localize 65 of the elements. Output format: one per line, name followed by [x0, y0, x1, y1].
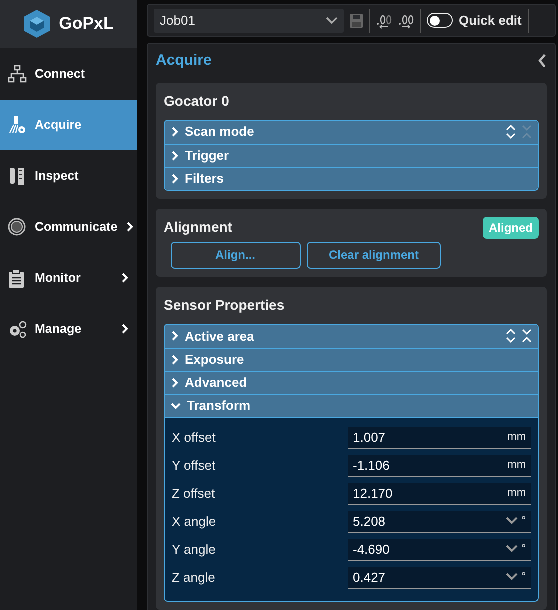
accordion-header[interactable]: Scan mode — [165, 120, 538, 144]
save-icon[interactable] — [350, 14, 363, 28]
number-field[interactable]: -1.106 mm — [348, 454, 531, 477]
clipboard-icon — [8, 268, 27, 288]
chevron-right-icon — [171, 378, 179, 388]
unit-label: ° — [522, 542, 526, 557]
gears-icon — [8, 320, 27, 338]
increase-decimals-icon[interactable] — [398, 12, 414, 28]
panel-title: Acquire — [156, 51, 213, 71]
nav-item[interactable]: Monitor — [0, 253, 137, 303]
field-label: X angle — [172, 513, 218, 531]
logo-text: GoPxL — [59, 13, 114, 36]
chevron-right-icon — [171, 331, 179, 342]
chevron-down-icon — [326, 16, 338, 24]
network-icon — [8, 64, 27, 84]
accordion-header[interactable]: Advanced — [165, 370, 538, 394]
tools-icon — [8, 166, 27, 186]
number-field[interactable]: -4.690 ° — [348, 538, 531, 561]
sensor-icon — [8, 116, 27, 134]
nav-item[interactable]: Connect — [0, 49, 137, 99]
unit-label: ° — [522, 514, 526, 529]
accordion-header[interactable]: Trigger — [165, 144, 538, 166]
decrease-decimals-icon[interactable] — [376, 12, 392, 28]
chevron-right-icon — [171, 354, 179, 365]
job-select[interactable]: Job01 — [154, 8, 344, 32]
accordion-header[interactable]: Active area — [165, 324, 538, 348]
card-title: Alignment — [164, 218, 234, 237]
chevron-right-icon — [171, 174, 179, 184]
alignment-button[interactable]: Clear alignment — [307, 242, 441, 269]
nav-item[interactable]: Manage — [0, 304, 137, 354]
number-field[interactable]: 12.170 mm — [348, 482, 531, 505]
accordion-header[interactable]: Exposure — [165, 348, 538, 371]
nav-item[interactable]: Inspect — [0, 151, 137, 201]
status-badge: Aligned — [483, 216, 539, 238]
chevron-right-icon — [171, 127, 179, 137]
chevron-down-icon — [506, 545, 518, 554]
chevron-down-icon — [171, 402, 181, 410]
number-field[interactable]: 0.427 ° — [348, 566, 531, 589]
field-label: Z offset — [172, 485, 216, 503]
number-field[interactable]: 1.007 mm — [348, 426, 531, 449]
connector-icon — [8, 218, 27, 236]
quick-edit-label: Quick edit — [459, 12, 522, 30]
chevron-right-icon — [171, 150, 179, 160]
card-title: Sensor Properties — [164, 296, 286, 315]
field-label: Y offset — [172, 457, 217, 475]
unit-label: ° — [522, 570, 526, 585]
field-label: X offset — [172, 429, 217, 447]
expand-all-icon[interactable] — [506, 125, 516, 139]
quick-edit-toggle[interactable] — [427, 13, 453, 28]
accordion-header[interactable]: Transform — [165, 394, 538, 417]
expand-all-icon[interactable] — [506, 329, 516, 344]
unit-label: mm — [508, 486, 526, 501]
chevron-down-icon — [506, 573, 518, 582]
chevron-down-icon — [506, 517, 518, 526]
field-label: Y angle — [172, 541, 217, 559]
unit-label: mm — [508, 430, 526, 445]
alignment-button[interactable]: Align... — [170, 242, 300, 269]
number-field[interactable]: 5.208 ° — [348, 510, 531, 533]
cube-logo-icon — [23, 9, 52, 39]
field-label: Z angle — [172, 569, 216, 587]
unit-label: mm — [508, 458, 526, 473]
nav-item[interactable]: Communicate — [0, 202, 137, 252]
collapse-panel-icon[interactable] — [538, 54, 547, 68]
card-title: Gocator 0 — [164, 92, 230, 110]
accordion-header[interactable]: Filters — [165, 166, 538, 190]
